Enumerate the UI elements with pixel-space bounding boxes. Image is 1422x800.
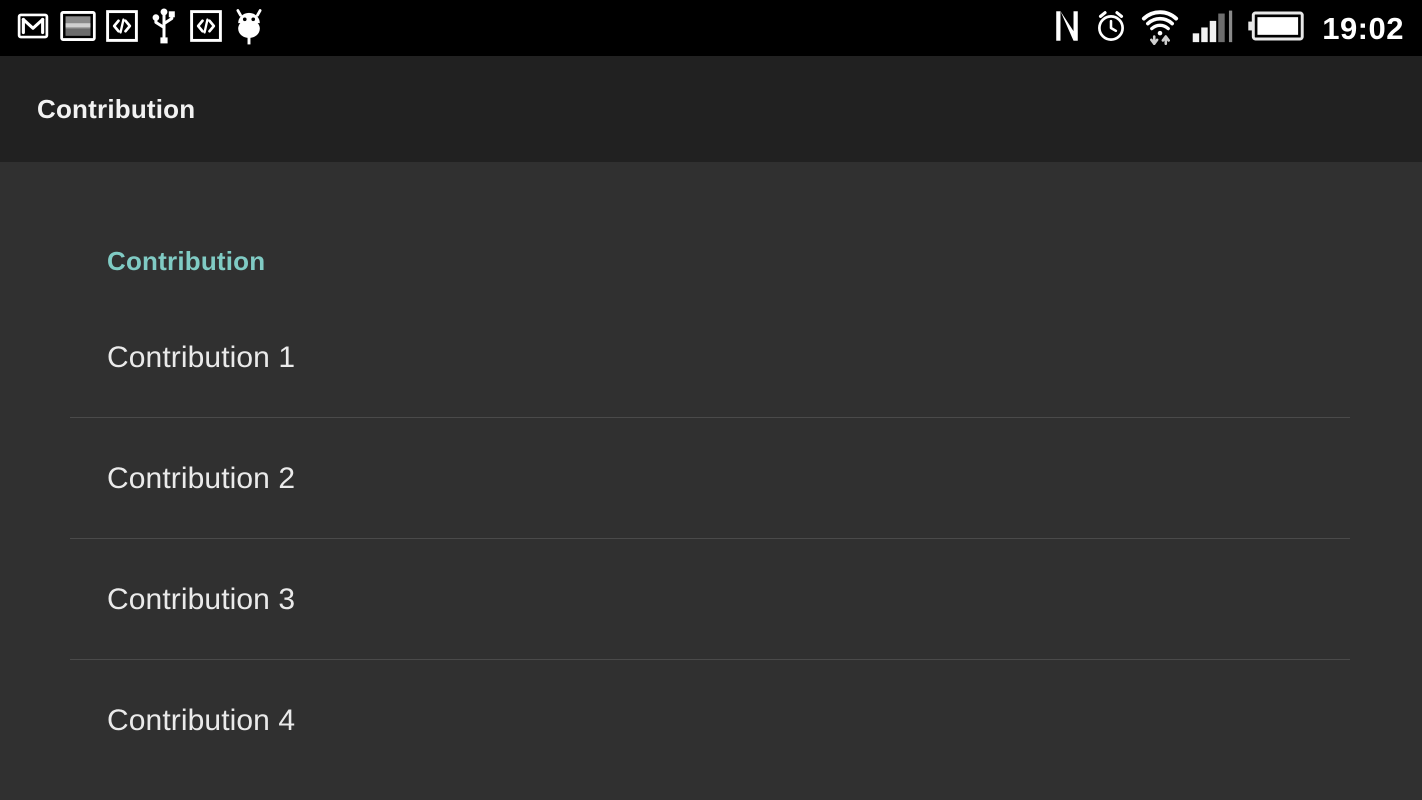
status-bar-system-icons: 19:02 <box>1052 7 1404 50</box>
content-area: Contribution Contribution 1 Contribution… <box>0 162 1422 800</box>
list-item-label: Contribution 3 <box>107 582 296 616</box>
signal-icon <box>1192 9 1236 48</box>
section-header-contribution: Contribution <box>107 246 266 276</box>
android-debug-icon <box>232 7 266 50</box>
status-bar-notification-icons <box>16 7 266 50</box>
screenshot-icon <box>60 10 96 47</box>
code-debug-icon-2 <box>190 9 222 47</box>
list-item-label: Contribution 2 <box>107 461 296 495</box>
list-item[interactable]: Contribution 4 <box>0 660 1422 781</box>
battery-icon <box>1248 11 1304 46</box>
wifi-icon <box>1140 7 1180 50</box>
list-item-label: Contribution 4 <box>107 703 296 737</box>
android-screen: 19:02 Contribution Contribution Contribu… <box>0 0 1422 800</box>
action-bar: Contribution <box>0 56 1422 162</box>
list-item[interactable]: Contribution 3 <box>0 539 1422 660</box>
code-debug-icon <box>106 9 138 47</box>
nfc-icon <box>1052 9 1082 48</box>
alarm-icon <box>1094 9 1128 48</box>
usb-icon <box>148 7 180 49</box>
page-title: Contribution <box>37 93 196 124</box>
list-item[interactable]: Contribution 1 <box>0 297 1422 418</box>
gmail-icon <box>16 9 50 48</box>
status-bar: 19:02 <box>0 0 1422 56</box>
list-item-label: Contribution 1 <box>107 340 296 374</box>
list-item[interactable]: Contribution 2 <box>0 418 1422 539</box>
contribution-list: Contribution 1 Contribution 2 Contributi… <box>0 297 1422 781</box>
status-bar-clock: 19:02 <box>1322 10 1404 46</box>
